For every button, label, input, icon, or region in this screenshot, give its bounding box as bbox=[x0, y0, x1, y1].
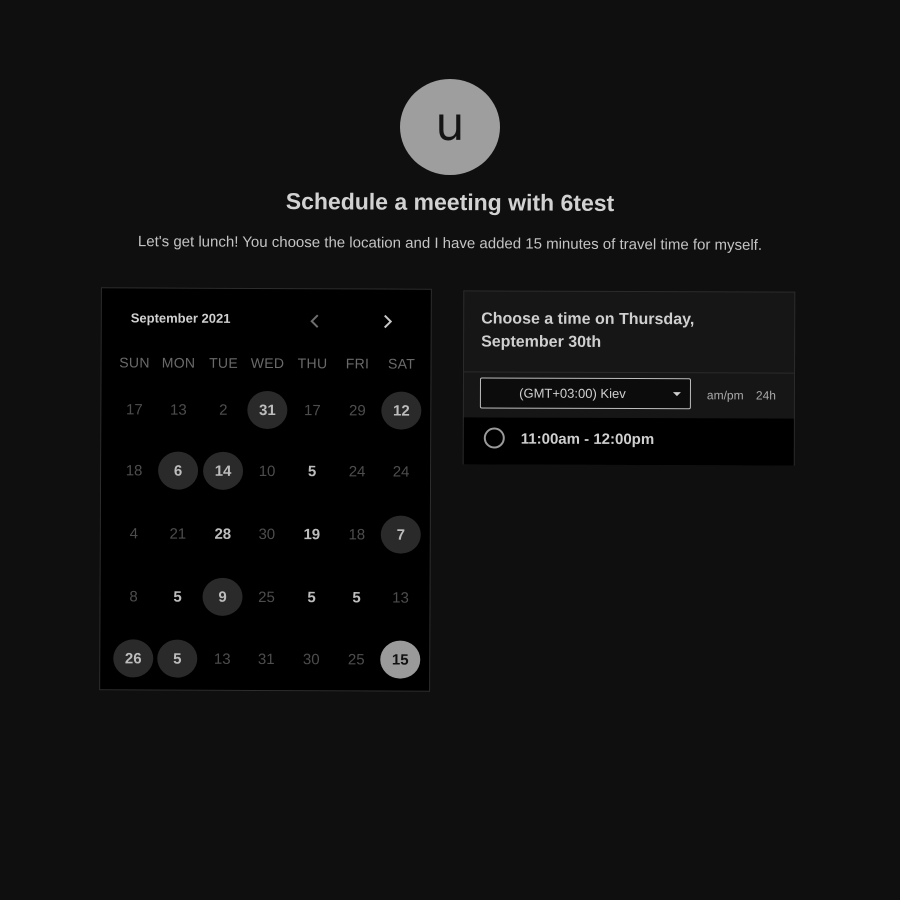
unavailable-day: 18 bbox=[125, 461, 143, 479]
weekday-label-tue: TUE bbox=[209, 354, 239, 371]
available-day[interactable]: 26 bbox=[113, 639, 154, 678]
weekday-label-sun: SUN bbox=[119, 354, 150, 371]
available-day[interactable]: 5 bbox=[291, 578, 331, 616]
available-day[interactable]: 28 bbox=[203, 515, 243, 553]
available-day[interactable]: 14 bbox=[202, 451, 244, 490]
unavailable-day: 21 bbox=[169, 525, 187, 543]
unavailable-day: 13 bbox=[392, 589, 409, 607]
unavailable-day: 24 bbox=[392, 463, 410, 481]
time-slot-option[interactable]: 11:00am - 12:00pm bbox=[463, 417, 794, 466]
weekday-label-wed: WED bbox=[250, 354, 285, 372]
selected-day[interactable]: 15 bbox=[380, 640, 421, 679]
available-day[interactable]: 5 bbox=[292, 452, 332, 490]
available-day[interactable]: 6 bbox=[157, 451, 199, 490]
page-title: Schedule a meeting with 6test bbox=[285, 187, 615, 217]
format-24h-toggle[interactable]: 24h bbox=[756, 388, 776, 402]
unavailable-day: 17 bbox=[125, 400, 143, 418]
date-picker-calendar: September 2021 SUN MON TUE WED THU FRI SAT 17 1… bbox=[99, 287, 432, 692]
unavailable-day: 8 bbox=[129, 587, 138, 605]
unavailable-day: 30 bbox=[258, 525, 276, 543]
unavailable-day: 17 bbox=[303, 401, 321, 419]
unavailable-day: 25 bbox=[258, 588, 275, 606]
unavailable-day: 2 bbox=[219, 401, 228, 419]
available-day[interactable]: 5 bbox=[157, 578, 197, 616]
unavailable-day: 29 bbox=[348, 401, 366, 419]
caret-down-icon bbox=[672, 392, 681, 397]
weekday-label-mon: MON bbox=[161, 354, 196, 371]
timezone-select[interactable]: (GMT+03:00) Kiev bbox=[479, 377, 691, 410]
meeting-description: Let's get lunch! You choose the location… bbox=[137, 233, 763, 254]
available-day[interactable]: 5 bbox=[336, 578, 376, 616]
radio-icon[interactable] bbox=[483, 427, 505, 449]
available-day[interactable]: 19 bbox=[292, 515, 332, 553]
chevron-left-icon bbox=[310, 314, 319, 328]
unavailable-day: 25 bbox=[347, 650, 365, 668]
weekday-label-sat: SAT bbox=[387, 355, 416, 372]
time-slot-label: 11:00am - 12:00pm bbox=[520, 430, 655, 449]
available-day[interactable]: 31 bbox=[247, 390, 288, 430]
previous-month-button[interactable] bbox=[303, 309, 327, 333]
time-panel-heading: Choose a time on Thursday, September 30t… bbox=[481, 310, 695, 351]
weekday-label-thu: THU bbox=[297, 355, 328, 372]
unavailable-day: 13 bbox=[169, 401, 187, 419]
unavailable-day: 30 bbox=[302, 650, 320, 668]
day-grid: 17 13 2 31 17 29 12 18 6 14 10 5 24 24 4 21 28 30 19 18 7 8 5 9… bbox=[102, 288, 431, 679]
avatar: u bbox=[400, 79, 500, 175]
time-selection-panel: Choose a time on Thursday, September 30t… bbox=[462, 290, 796, 466]
unavailable-day: 31 bbox=[257, 650, 275, 668]
unavailable-day: 13 bbox=[213, 650, 231, 668]
weekday-header-row: SUN MON TUE WED THU FRI SAT bbox=[102, 288, 431, 371]
unavailable-day: 10 bbox=[258, 462, 276, 480]
weekday-label-fri: FRI bbox=[345, 355, 370, 372]
unavailable-day: 24 bbox=[348, 462, 366, 480]
next-month-button[interactable] bbox=[376, 309, 400, 333]
unavailable-day: 4 bbox=[129, 524, 139, 542]
available-day[interactable]: 7 bbox=[380, 515, 421, 554]
chevron-right-icon bbox=[384, 314, 393, 329]
divider bbox=[464, 371, 795, 374]
month-label: September 2021 bbox=[130, 310, 231, 326]
available-day[interactable]: 9 bbox=[202, 577, 243, 616]
available-day[interactable]: 5 bbox=[157, 639, 198, 678]
format-ampm-toggle[interactable]: am/pm bbox=[707, 388, 744, 402]
timezone-value: (GMT+03:00) Kiev bbox=[519, 385, 626, 401]
available-day[interactable]: 12 bbox=[381, 391, 422, 430]
unavailable-day: 18 bbox=[348, 525, 366, 543]
